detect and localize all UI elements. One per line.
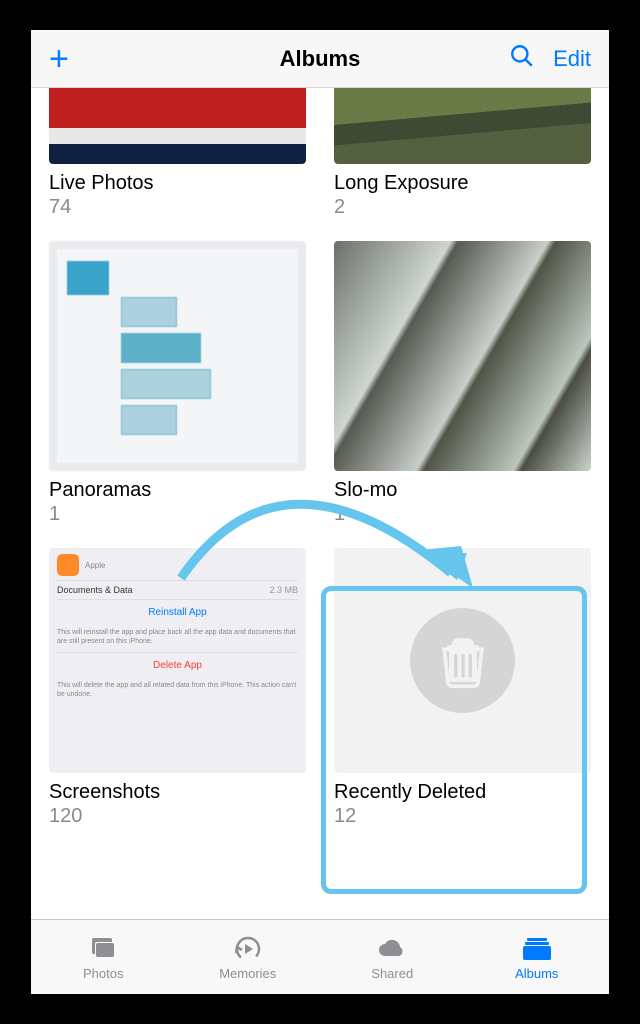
- album-title: Live Photos: [49, 172, 306, 195]
- tab-label: Memories: [219, 966, 276, 981]
- album-title: Recently Deleted: [334, 781, 591, 804]
- tab-label: Photos: [83, 966, 123, 981]
- photos-icon: [86, 934, 120, 964]
- album-screenshots[interactable]: Apple Documents & Data 2.3 MB Reinstall …: [49, 548, 306, 828]
- tab-label: Albums: [515, 966, 558, 981]
- album-title: Long Exposure: [334, 172, 591, 195]
- album-count: 1: [49, 503, 306, 526]
- memories-icon: [231, 934, 265, 964]
- tab-albums[interactable]: Albums: [465, 920, 610, 994]
- screenshot-apple-label: Apple: [85, 561, 105, 570]
- tab-bar: Photos Memories Shared Albums: [31, 919, 609, 994]
- photos-app-window: + Albums Edit Live Photos 74 Long Exposu…: [31, 30, 609, 994]
- album-thumbnail: [334, 548, 591, 773]
- albums-grid-container: Live Photos 74 Long Exposure 2: [31, 88, 609, 919]
- album-count: 74: [49, 196, 306, 219]
- search-icon[interactable]: [509, 43, 535, 74]
- album-slo-mo[interactable]: Slo-mo 1: [334, 241, 591, 526]
- tab-photos[interactable]: Photos: [31, 920, 176, 994]
- nav-bar: + Albums Edit: [31, 30, 609, 88]
- cloud-icon: [375, 934, 409, 964]
- trash-icon: [410, 608, 515, 713]
- screenshot-reinstall: Reinstall App: [57, 599, 298, 625]
- screenshot-delete-sub: This will delete the app and all related…: [57, 678, 298, 705]
- album-long-exposure[interactable]: Long Exposure 2: [334, 88, 591, 219]
- tab-shared[interactable]: Shared: [320, 920, 465, 994]
- tab-label: Shared: [371, 966, 413, 981]
- edit-button[interactable]: Edit: [553, 46, 591, 72]
- screenshot-docs-size: 2.3 MB: [269, 585, 298, 595]
- album-thumbnail: [49, 241, 306, 471]
- album-count: 2: [334, 196, 591, 219]
- album-live-photos[interactable]: Live Photos 74: [49, 88, 306, 219]
- screenshot-reinstall-sub: This will reinstall the app and place ba…: [57, 625, 298, 652]
- album-count: 1: [334, 503, 591, 526]
- screenshot-delete: Delete App: [57, 652, 298, 678]
- album-title: Panoramas: [49, 479, 306, 502]
- album-thumbnail: [334, 88, 591, 164]
- album-thumbnail: [49, 88, 306, 164]
- album-count: 12: [334, 805, 591, 828]
- album-thumbnail: Apple Documents & Data 2.3 MB Reinstall …: [49, 548, 306, 773]
- tab-memories[interactable]: Memories: [176, 920, 321, 994]
- album-panoramas[interactable]: Panoramas 1: [49, 241, 306, 526]
- album-thumbnail: [334, 241, 591, 471]
- screenshot-docs-label: Documents & Data: [57, 585, 133, 595]
- add-album-button[interactable]: +: [49, 42, 69, 76]
- album-recently-deleted[interactable]: Recently Deleted 12: [334, 548, 591, 828]
- albums-icon: [520, 934, 554, 964]
- album-count: 120: [49, 805, 306, 828]
- album-title: Screenshots: [49, 781, 306, 804]
- album-title: Slo-mo: [334, 479, 591, 502]
